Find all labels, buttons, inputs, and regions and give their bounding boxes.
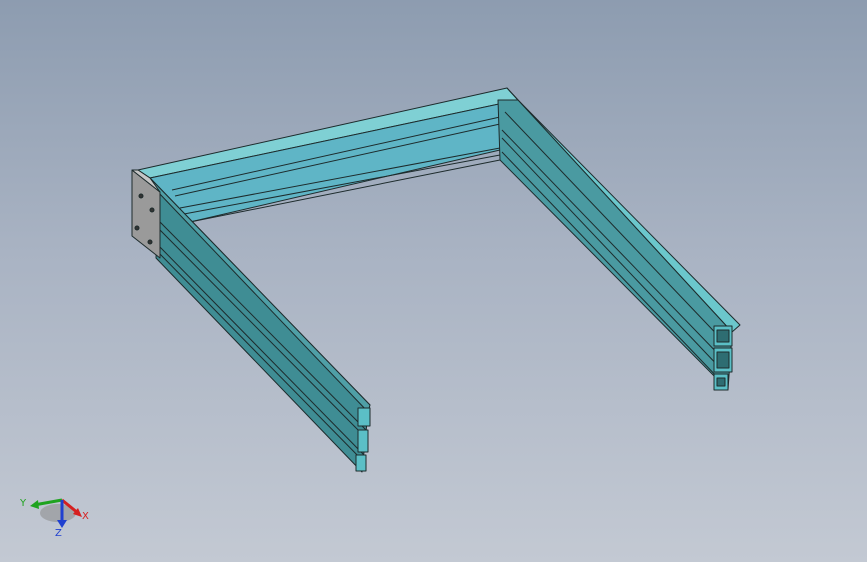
plate-bolt-hole [134,225,140,231]
plate-bolt-hole [138,193,144,199]
x-axis-label: X [82,511,89,522]
right-beam-slot-line [504,111,728,346]
right-beam-slot-line [501,129,725,361]
back-beam[interactable] [137,87,519,223]
plate-bolt-hole [147,239,153,245]
left-beam[interactable] [137,169,371,473]
axis-triad[interactable]: Y X Z [19,498,89,539]
left-beam-slot-line [157,244,365,456]
right-beam-side-face [497,99,733,391]
right-beam-end-profile [713,325,733,391]
left-beam-end-profile [355,407,371,472]
model-canvas[interactable]: Y X Z [0,0,867,562]
left-beam-slot-line [157,251,365,463]
right-beam-slot-line [501,137,723,371]
y-axis-label: Y [19,498,27,509]
3d-viewport[interactable]: Y X Z [0,0,867,562]
right-beam-top-face [506,87,741,333]
plate-bolt-hole [149,207,155,213]
u-frame-model[interactable] [131,87,741,473]
left-beam-slot-line [159,221,367,431]
z-axis-label: Z [55,528,62,539]
left-beam-side-face [149,177,371,413]
left-beam-inner-face [155,191,369,473]
z-axis-arrow-icon [57,520,67,528]
left-beam-slot-line [159,229,367,439]
y-axis-arrow-icon [30,500,39,509]
right-beam-slot-line [501,151,721,381]
right-beam[interactable] [497,87,741,391]
